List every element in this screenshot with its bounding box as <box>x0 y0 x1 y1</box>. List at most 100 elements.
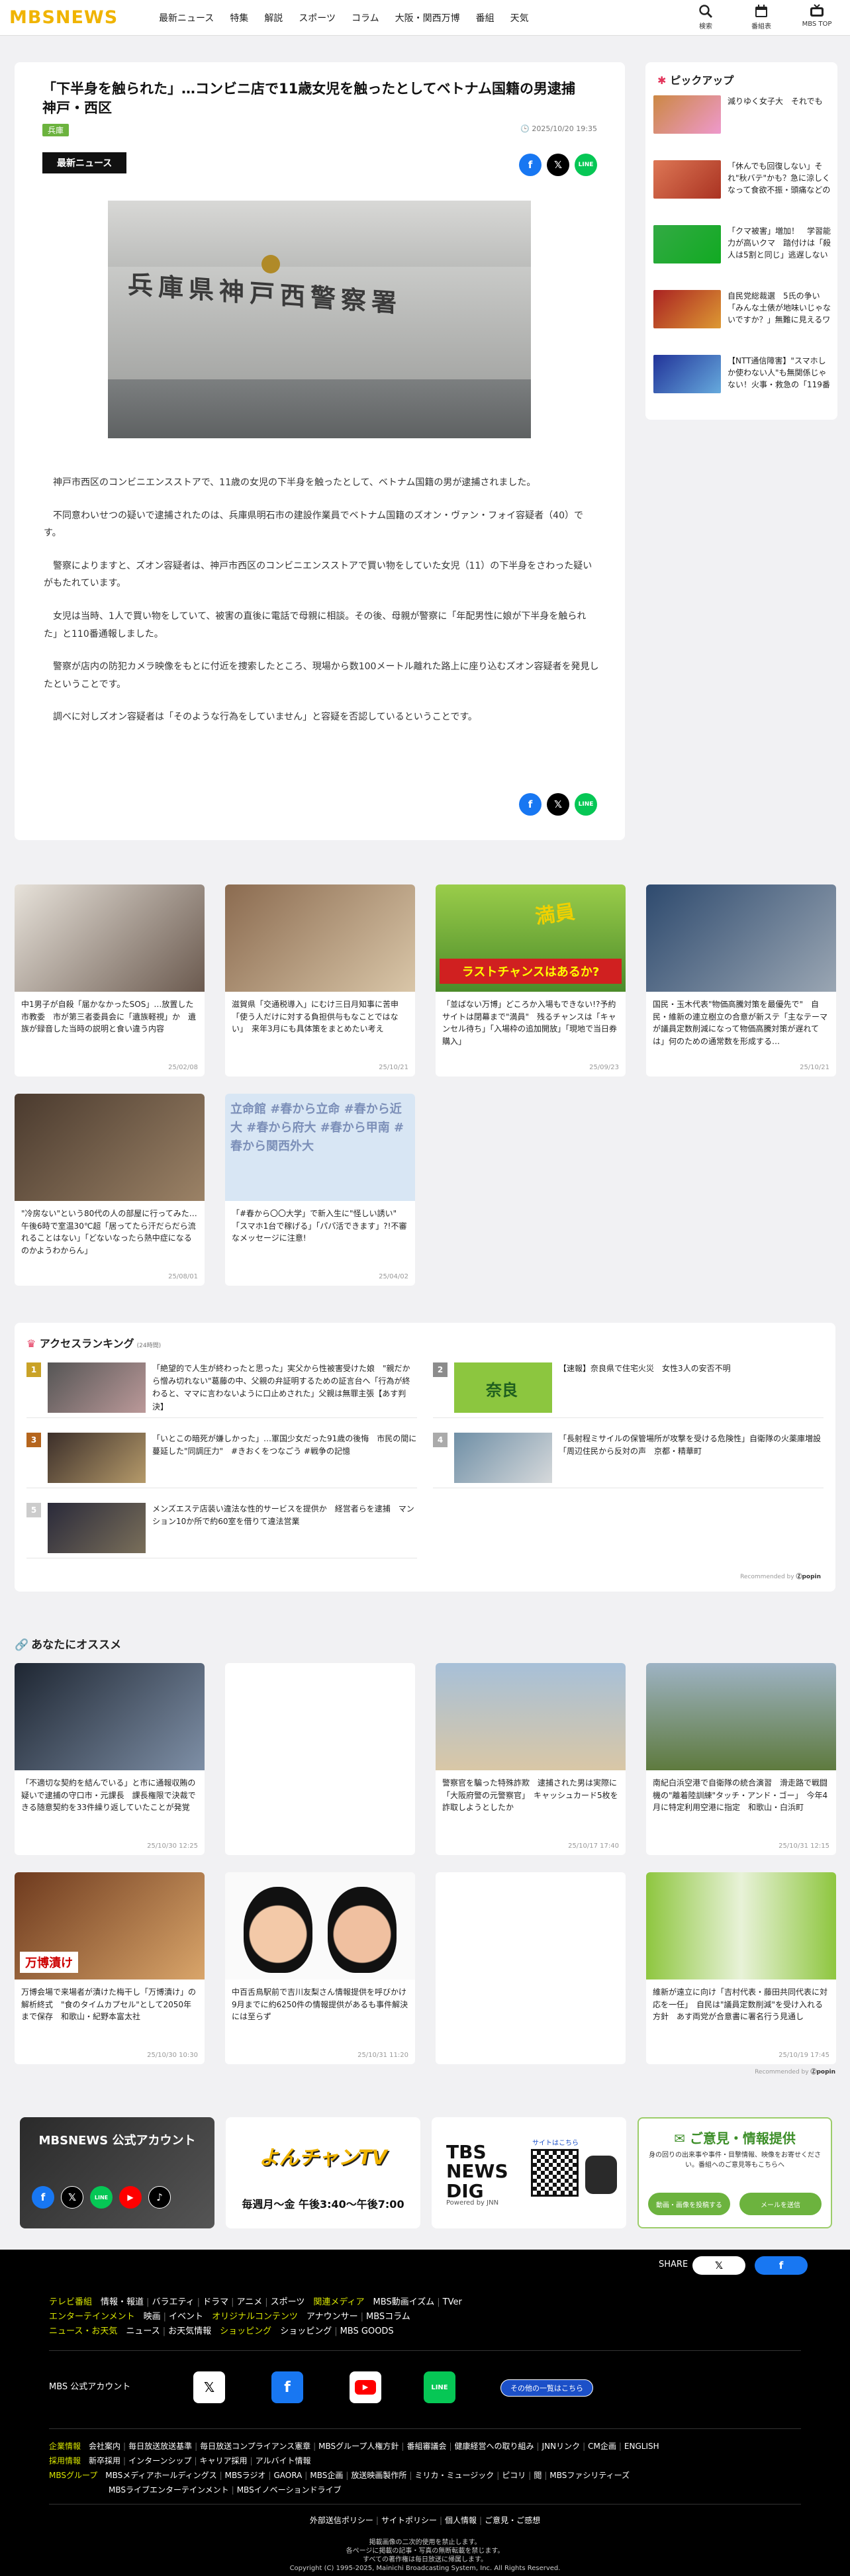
footer-link[interactable]: 情報・報道 <box>101 2297 144 2307</box>
tbs-news-dig-banner[interactable]: TBS NEWS DIG Powered by JNN サイトはこちら <box>432 2117 626 2228</box>
footer-link[interactable]: 毎日放送放送基準 <box>128 2442 192 2451</box>
footer-link[interactable]: アニメ <box>236 2297 262 2307</box>
footer-link[interactable]: MBSライブエンターテインメント <box>109 2485 229 2495</box>
footer-link[interactable]: JNNリンク <box>542 2442 581 2451</box>
pickup-item[interactable]: 自民党総裁選 5氏の争い「みんな土俵が地味いじゃないですか？」無難に見えるワケは… <box>653 290 832 346</box>
ranking-item[interactable]: 5 メンズエステ店装い違法な性的サービスを提供か 経営者らを逮捕 マンション10… <box>26 1503 417 1558</box>
ranking-item[interactable]: 2 奈良 【速報】奈良県で住宅火災 女性3人の安否不明 <box>433 1362 824 1418</box>
footer-line-icon[interactable]: LINE <box>424 2371 455 2403</box>
nav-column[interactable]: コラム <box>352 11 379 24</box>
search-button[interactable]: 検索 <box>685 4 727 30</box>
pickup-item[interactable]: 「休んでも回復しない」それ"秋バテ"かも？急に涼しくなって食欲不振・頭痛などの症… <box>653 160 832 216</box>
article-body: 神戸市西区のコンビニエンスストアで、11歳の女児の下半身を触ったとして、ベトナム… <box>44 474 600 741</box>
pickup-item[interactable]: 【NTT通信障害】"スマホしか使わない人"も無関係じゃない！火事・救急の「119… <box>653 355 832 410</box>
footer-link[interactable]: 映画 <box>144 2312 161 2322</box>
nav-expo[interactable]: 大阪・関西万博 <box>395 11 460 24</box>
related-card[interactable]: 立命館 #春から立命 #春から近大 #春から府大 #春から甲南 #春から関西外大… <box>225 1094 415 1286</box>
footer-link[interactable]: お天気情報 <box>168 2326 211 2336</box>
footer-link[interactable]: MBSメディアホールディングス <box>105 2471 216 2480</box>
pickup-item[interactable]: 「クマ被害」増加！ 学習能力が高いクマ 踏付けは「殺人は5割と同じ」逃遅しないた… <box>653 225 832 281</box>
footer-link[interactable]: 個人情報 <box>445 2516 477 2525</box>
footer-link[interactable]: 健康経営への取り組み <box>455 2442 534 2451</box>
send-mail-button[interactable]: メールを送信 <box>739 2193 822 2215</box>
footer-link[interactable]: バラエティ <box>152 2297 194 2307</box>
footer-link[interactable]: 閲 <box>534 2471 542 2480</box>
related-card[interactable]: 満員 ラストチャンスはあるか? 「並ばない万博」どころか入場もできない!?予約サ… <box>436 884 626 1076</box>
ranking-item[interactable]: 3 「いとこの暗死が嫌しかった」…軍国少女だった91歳の後悔 市民の間に蔓延した… <box>26 1433 417 1488</box>
footer-link[interactable]: ニュース <box>126 2326 160 2336</box>
footer-link[interactable]: MBSグループ人権方針 <box>318 2442 399 2451</box>
footer-link[interactable]: ショッピング <box>280 2326 332 2336</box>
yonchan-banner[interactable]: よんチャンTV 毎週月～金 午後3:40～午後7:00 <box>226 2117 420 2228</box>
line-share-icon[interactable]: LINE <box>575 154 597 176</box>
footer-link[interactable]: MBSイノベーションドライブ <box>237 2485 342 2495</box>
footer-facebook-icon[interactable]: f <box>271 2371 303 2403</box>
mbs-official-banner[interactable]: MBSNEWS 公式アカウント f 𝕏 LINE ▶ ♪ <box>20 2117 214 2228</box>
footer-link[interactable]: 外部送信ポリシー <box>310 2516 373 2525</box>
mbs-top-button[interactable]: MBS TOP <box>796 4 838 30</box>
footer-link[interactable]: ミリカ・ミュージック <box>414 2471 494 2480</box>
upload-media-button[interactable]: 動画・画像を投稿する <box>648 2193 730 2215</box>
footer-link[interactable]: 放送映画製作所 <box>351 2471 406 2480</box>
footer-link[interactable]: インターンシップ <box>128 2456 191 2465</box>
nav-sports[interactable]: スポーツ <box>299 11 336 24</box>
footer-link[interactable]: MBSラジオ <box>225 2471 266 2480</box>
related-card[interactable]: 中1男子が自殺「届かなかったSOS」…放置した市教委 市が第三者委員会に「遺族軽… <box>15 884 205 1076</box>
footer-link[interactable]: 会社案内 <box>89 2442 120 2451</box>
pickup-item[interactable]: 減りゆく女子大 それでも <box>653 95 832 151</box>
footer-link[interactable]: TVer <box>443 2297 462 2307</box>
footer-link[interactable]: MBSコラム <box>366 2312 410 2322</box>
footer-x-icon[interactable]: 𝕏 <box>193 2371 225 2403</box>
footer-link[interactable]: CM企画 <box>588 2442 616 2451</box>
schedule-button[interactable]: 番組表 <box>740 4 782 30</box>
footer-link[interactable]: MBS企画 <box>310 2471 343 2480</box>
footer-link[interactable]: MBS動画イズム <box>373 2297 434 2307</box>
more-accounts-button[interactable]: その他の一覧はこちら <box>500 2379 593 2397</box>
related-card[interactable]: "冷房ない"という80代の人の部屋に行ってみた…午後6時で室温30℃超「居ってた… <box>15 1094 205 1286</box>
nav-feature[interactable]: 特集 <box>230 11 248 24</box>
facebook-share-icon[interactable]: f <box>755 2256 808 2275</box>
footer-link[interactable]: MBSファシリティーズ <box>549 2471 630 2480</box>
nav-programs[interactable]: 番組 <box>476 11 495 24</box>
schedule-label: 番組表 <box>751 23 771 30</box>
osusume-card[interactable]: 中百舌鳥駅前で吉川友梨さん情報提供を呼びかけ 9月までに約6250件の情報提供が… <box>225 1872 415 2064</box>
footer-link[interactable]: イベント <box>169 2312 203 2322</box>
related-card[interactable]: 国民・玉木代表"物価高騰対策を最優先で" 自民・維新の連立樹立の合意が新ステ「主… <box>646 884 836 1076</box>
facebook-share-icon[interactable]: f <box>519 154 542 176</box>
footer-link[interactable]: ドラマ <box>203 2297 228 2307</box>
footer-link[interactable]: ご意見・ご感想 <box>485 2516 540 2525</box>
footer-link[interactable]: キャリア採用 <box>200 2456 248 2465</box>
x-share-icon[interactable]: 𝕏 <box>547 154 569 176</box>
facebook-share-icon[interactable]: f <box>519 793 542 816</box>
footer-link[interactable]: ENGLISH <box>624 2442 659 2451</box>
category-label[interactable]: 最新ニュース <box>42 152 127 173</box>
area-badge[interactable]: 兵庫 <box>42 124 70 136</box>
footer-link[interactable]: アナウンサー <box>307 2312 358 2322</box>
line-share-icon[interactable]: LINE <box>575 793 597 816</box>
footer-link[interactable]: スポーツ <box>271 2297 305 2307</box>
footer-link[interactable]: GAORA <box>273 2471 302 2480</box>
footer-link[interactable]: 新卒採用 <box>89 2456 120 2465</box>
osusume-card[interactable]: 維新が遠立に向け「吉村代表・藤田共同代表に対応を一任」 自民は"議員定数削減"を… <box>646 1872 836 2064</box>
x-share-icon[interactable]: 𝕏 <box>692 2256 745 2275</box>
nav-weather[interactable]: 天気 <box>510 11 529 24</box>
ranking-item[interactable]: 1 「絶望的で人生が終わったと思った」実父から性被害受けた娘 "親だから憎み切れ… <box>26 1362 417 1418</box>
footer-link[interactable]: 番組審議会 <box>406 2442 446 2451</box>
osusume-card[interactable]: 万博漬け 万博会場で来場者が漬けた梅干し「万博漬け」の解析終式 "食のタイムカプ… <box>15 1872 205 2064</box>
footer-link[interactable]: アルバイト情報 <box>256 2456 311 2465</box>
footer-youtube-icon[interactable]: ▶ <box>350 2371 381 2403</box>
footer-link[interactable]: サイトポリシー <box>381 2516 437 2525</box>
nav-analysis[interactable]: 解説 <box>264 11 283 24</box>
site-logo[interactable]: MBSNEWS <box>9 7 118 28</box>
opinion-banner[interactable]: ✉ ご意見・情報提供 身の回りの出来事や事件・目撃情報、映像をお寄せください。番… <box>638 2117 832 2228</box>
x-share-icon[interactable]: 𝕏 <box>547 793 569 816</box>
footer-link[interactable]: ピコリ <box>502 2471 526 2480</box>
osusume-card[interactable]: 南紀白浜空港で自衛隊の統合演習 滑走路で戦闘機の"離着陸訓練"タッチ・アンド・ゴ… <box>646 1663 836 1855</box>
nav-latest[interactable]: 最新ニュース <box>159 11 214 24</box>
footer-link[interactable]: 毎日放送コンプライアンス憲章 <box>200 2442 310 2451</box>
osusume-card[interactable]: 警察官を騙った特殊詐欺 逮捕された男は実際に「大阪府警の元警察官」 キャッシュカ… <box>436 1663 626 1855</box>
related-card[interactable]: 滋賀県「交通税導入」にむけ三日月知事に苦申「使う人だけに対する負担供与もなことで… <box>225 884 415 1076</box>
footer-link[interactable]: MBS GOODS <box>340 2326 394 2336</box>
ranking-item[interactable]: 4 「長射程ミサイルの保管場所が攻撃を受ける危険性」自衛隊の火薬庫増設「周辺住民… <box>433 1433 824 1488</box>
osusume-card[interactable]: 「不適切な契約を結んでいる」と市に通報収賄の疑いで逮捕の守口市・元課長 課長権限… <box>15 1663 205 1855</box>
